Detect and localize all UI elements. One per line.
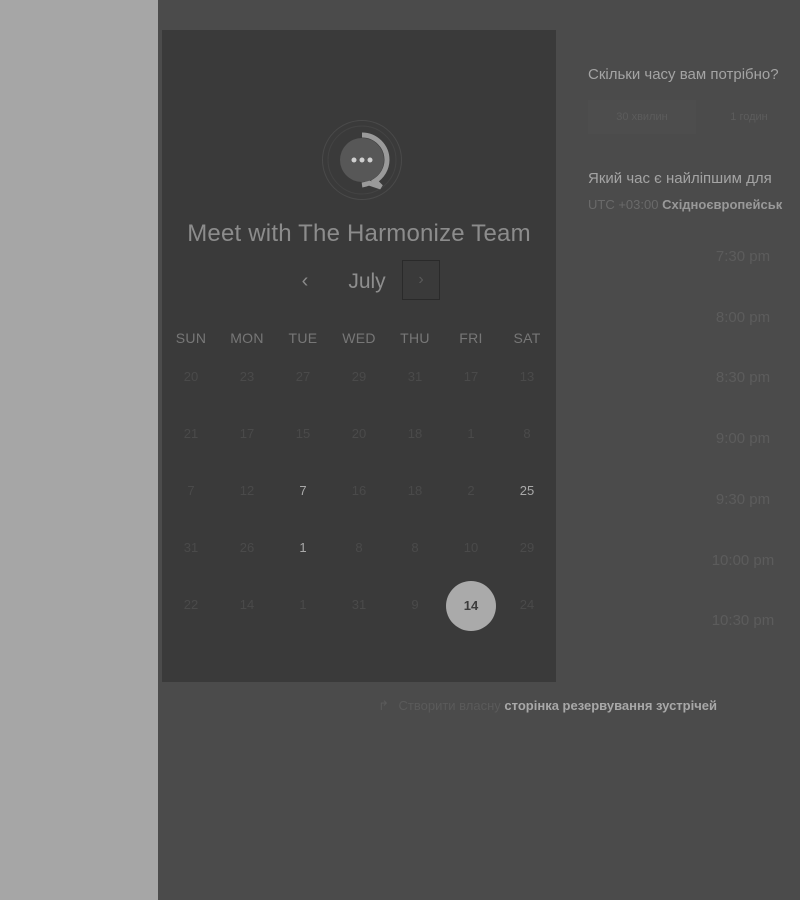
calendar-day: 13 — [519, 369, 535, 384]
weekday-label: SAT — [513, 330, 541, 346]
calendar-day: 1 — [299, 597, 307, 612]
calendar-day: 12 — [239, 483, 255, 498]
calendar-day: 17 — [463, 369, 479, 384]
time-slot[interactable]: 7:30 pm — [688, 248, 798, 265]
calendar-day: 31 — [407, 369, 423, 384]
time-slot[interactable]: 10:30 pm — [688, 612, 798, 629]
calendar-day: 31 — [183, 540, 199, 555]
booking-page-link[interactable]: сторінка резервування зустрічей — [504, 698, 717, 713]
time-slot[interactable]: 9:00 pm — [688, 430, 798, 447]
booking-page: Meet with The Harmonize Team ‹ July › SU… — [158, 0, 800, 900]
chat-bubble-logo-icon — [322, 120, 402, 200]
calendar-day: 18 — [407, 483, 423, 498]
time-slot[interactable]: 9:30 pm — [688, 491, 798, 508]
calendar-day: 2 — [467, 483, 475, 498]
month-navigator: ‹ July › — [162, 260, 556, 304]
calendar-day: 17 — [239, 426, 255, 441]
time-slot[interactable]: 8:30 pm — [688, 369, 798, 386]
footer-text: Створити власну — [398, 698, 501, 713]
calendar-day: 29 — [351, 369, 367, 384]
available-day[interactable]: 25 — [499, 463, 555, 519]
timezone-offset: UTC +03:00 — [588, 197, 659, 212]
calendar-day: 31 — [351, 597, 367, 612]
duration-heading: Скільки часу вам потрібно? — [588, 66, 779, 83]
calendar-day: 21 — [183, 426, 199, 441]
weekday-label: MON — [230, 330, 264, 346]
calendar-day: 22 — [183, 597, 199, 612]
calendar-day: 14 — [239, 597, 255, 612]
next-month-button[interactable]: › — [402, 260, 440, 300]
calendar-day: 8 — [355, 540, 363, 555]
calendar-day: 27 — [295, 369, 311, 384]
duration-1hour-button[interactable]: 1 годин — [698, 100, 800, 134]
weekday-label: THU — [400, 330, 430, 346]
calendar-day: 20 — [351, 426, 367, 441]
calendar-day: 24 — [519, 597, 535, 612]
calendar-day: 23 — [239, 369, 255, 384]
calendar-day: 18 — [407, 426, 423, 441]
calendar-day: 29 — [519, 540, 535, 555]
meeting-title: Meet with The Harmonize Team — [187, 220, 531, 247]
calendar-day: 10 — [463, 540, 479, 555]
calendar-day: 1 — [467, 426, 475, 441]
available-day[interactable]: 7 — [275, 463, 331, 519]
footer-promo: ↱ Створити власну сторінка резервування … — [378, 698, 717, 714]
available-day[interactable]: 1 — [275, 520, 331, 576]
weekday-header: SUN MON TUE WED THU FRI SAT — [162, 330, 556, 350]
external-link-icon: ↱ — [378, 698, 389, 713]
weekday-label: SUN — [175, 330, 207, 346]
booking-card: Meet with The Harmonize Team ‹ July › SU… — [162, 30, 556, 682]
prev-month-button[interactable]: ‹ — [290, 266, 320, 296]
timezone-label: UTC +03:00 Східноєвропейськ — [588, 197, 782, 212]
weekday-label: TUE — [288, 330, 318, 346]
month-label: July — [348, 270, 386, 293]
time-slot[interactable]: 8:00 pm — [688, 309, 798, 326]
calendar-day: 15 — [295, 426, 311, 441]
calendar-grid: 20 23 27 29 31 17 13 21 17 15 20 18 1 8 7 12 7 16 18 2 25 31 2… — [162, 348, 556, 648]
time-heading: Який час є найліпшим для — [588, 170, 772, 187]
selected-day[interactable]: 14 — [446, 581, 496, 631]
calendar-day: 7 — [187, 483, 195, 498]
weekday-label: WED — [342, 330, 376, 346]
timezone-name: Східноєвропейськ — [662, 197, 783, 212]
calendar-day: 9 — [411, 597, 419, 612]
calendar-day: 8 — [523, 426, 531, 441]
calendar-day: 20 — [183, 369, 199, 384]
calendar-day: 8 — [411, 540, 419, 555]
time-slot[interactable]: 10:00 pm — [688, 552, 798, 569]
calendar-day: 26 — [239, 540, 255, 555]
weekday-label: FRI — [459, 330, 483, 346]
calendar-day: 16 — [351, 483, 367, 498]
duration-30min-button[interactable]: 30 хвилин — [588, 100, 696, 134]
